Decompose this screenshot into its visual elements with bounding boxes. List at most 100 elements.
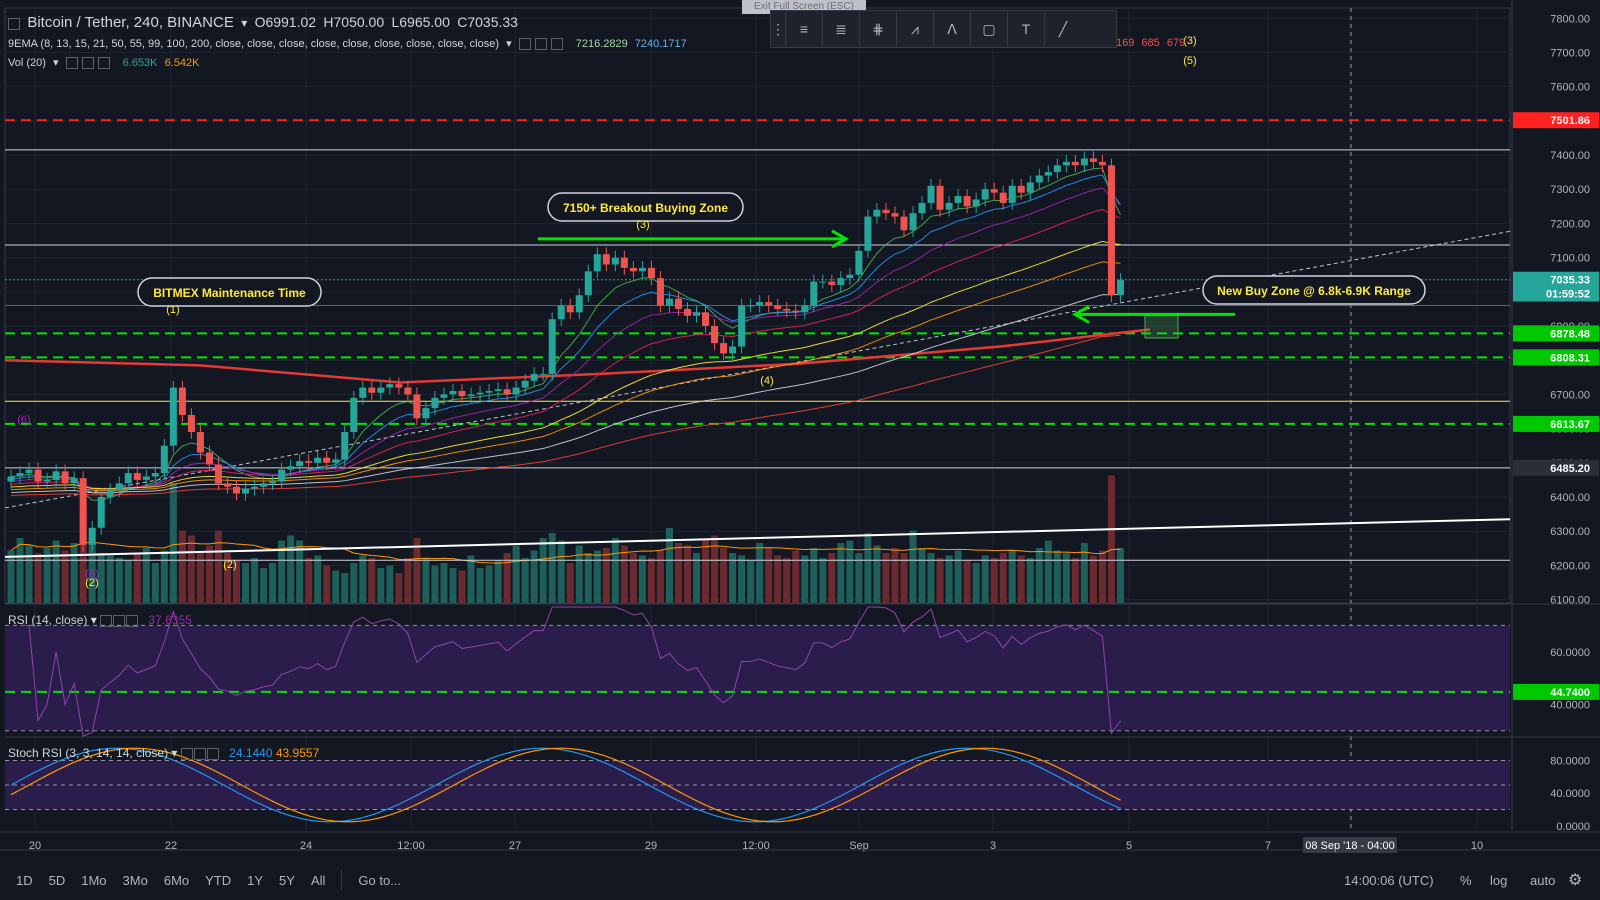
range-6mo-button[interactable]: 6Mo	[164, 873, 189, 888]
candle	[52, 471, 60, 480]
volume-bar	[124, 560, 132, 603]
volume-bar	[494, 560, 502, 603]
candle	[783, 308, 791, 311]
candle	[1107, 165, 1115, 296]
settings-icon[interactable]	[113, 614, 126, 627]
range-ytd-button[interactable]: YTD	[205, 873, 231, 888]
settings-icon[interactable]	[193, 747, 206, 760]
volume-bar	[386, 565, 394, 603]
horizontal-lines-icon[interactable]: ≡	[786, 12, 823, 46]
goto-button[interactable]: Go to...	[358, 873, 401, 888]
candle	[16, 473, 24, 477]
bottom-toolbar: 1D 5D 1Mo 3Mo 6Mo YTD 1Y 5Y All Go to...…	[0, 860, 1600, 900]
volume-bar	[891, 548, 899, 603]
settings-icon[interactable]	[81, 57, 94, 70]
dropdown-icon[interactable]: ▾	[53, 57, 59, 69]
ema-label[interactable]: 9EMA (8, 13, 15, 21, 50, 55, 99, 100, 20…	[8, 38, 499, 50]
trendline-icon[interactable]: ╱	[1045, 12, 1081, 46]
candle	[133, 473, 141, 480]
price-tick-label: 7600.00	[1550, 82, 1590, 94]
volume-bar	[1071, 558, 1079, 603]
dropdown-icon[interactable]: ▾	[506, 38, 512, 50]
volume-bar	[792, 550, 800, 603]
candle	[142, 476, 150, 480]
rsi-label[interactable]: RSI (14, close)	[8, 613, 87, 627]
range-1y-button[interactable]: 1Y	[247, 873, 263, 888]
text-icon[interactable]: T	[1008, 12, 1045, 46]
price-chart[interactable]: 7150+ Breakout Buying Zone BITMEX Mainten…	[0, 0, 1600, 900]
range-5d-button[interactable]: 5D	[49, 873, 66, 888]
eye-icon[interactable]	[518, 38, 531, 51]
close-icon[interactable]	[97, 57, 110, 70]
fib-icon[interactable]: ≣	[823, 12, 860, 46]
clock-label: 14:00:06 (UTC)	[1344, 872, 1434, 888]
stoch-label[interactable]: Stoch RSI (3, 3, 14, 14, close)	[8, 746, 168, 760]
volume-bar	[684, 545, 691, 603]
candle	[566, 305, 574, 313]
collapse-icon[interactable]	[8, 17, 20, 30]
volume-value: 6.542K	[164, 57, 200, 69]
candle	[674, 298, 682, 309]
auto-button[interactable]: auto	[1530, 873, 1555, 888]
volume-value: 6.653K	[122, 57, 158, 69]
abcd-icon[interactable]: ᐱ	[934, 12, 971, 46]
volume-bar	[242, 563, 250, 603]
stoch-d-value: 43.9557	[275, 746, 320, 760]
candle	[945, 202, 953, 210]
dropdown-icon[interactable]: ▾	[91, 613, 97, 627]
candle	[909, 213, 917, 231]
buy-zone-box	[1144, 315, 1179, 339]
eye-icon[interactable]	[100, 614, 113, 627]
rsi-value: 37.6355	[148, 613, 192, 627]
candle	[422, 408, 430, 419]
close-icon[interactable]	[126, 614, 139, 627]
percent-button[interactable]: %	[1460, 873, 1472, 888]
menu-icon[interactable]: ⋮	[771, 12, 786, 46]
symbol-title[interactable]: Bitcoin / Tether, 240, BINANCE	[27, 14, 234, 31]
candle	[151, 473, 159, 477]
rectangle-icon[interactable]: ▢	[971, 12, 1008, 46]
volume-bar	[323, 565, 331, 603]
ema-value: 7240.1717	[634, 38, 687, 50]
range-3mo-button[interactable]: 3Mo	[123, 873, 148, 888]
rsi-tag-label: 44.7400	[1550, 687, 1590, 699]
range-5y-button[interactable]: 5Y	[279, 873, 295, 888]
close-icon[interactable]	[550, 38, 563, 51]
ema-value: 679	[1166, 37, 1186, 49]
candle	[377, 387, 385, 393]
ema-legend: 9EMA (8, 13, 15, 21, 50, 55, 99, 100, 20…	[8, 37, 691, 51]
dropdown-icon[interactable]: ▾	[171, 746, 177, 760]
candle	[530, 373, 538, 381]
volume-bar	[981, 555, 989, 603]
wave-label: (6)	[85, 568, 98, 580]
settings-icon[interactable]	[534, 38, 547, 51]
close-icon[interactable]	[206, 747, 219, 760]
range-all-button[interactable]: All	[311, 873, 325, 888]
drawing-toolbar: ⋮ ≡ ≣ ⋕ ⩘ ᐱ ▢ T ╱	[770, 10, 1117, 48]
eye-icon[interactable]	[180, 747, 193, 760]
volume-bar	[251, 558, 259, 603]
volume-bar	[106, 555, 114, 603]
volume-bar	[305, 558, 313, 603]
pattern-icon[interactable]: ⩘	[897, 12, 934, 46]
volume-bar	[214, 530, 222, 603]
volume-bar	[169, 483, 177, 603]
volume-bar	[774, 555, 782, 603]
gear-icon[interactable]: ⚙	[1568, 870, 1582, 890]
range-1d-button[interactable]: 1D	[16, 873, 33, 888]
candle	[1035, 175, 1043, 183]
rsi-band	[5, 625, 1510, 731]
dropdown-icon[interactable]: ▾	[241, 16, 247, 30]
log-button[interactable]: log	[1490, 873, 1507, 888]
price-tag-label: 6613.67	[1550, 419, 1590, 431]
pitchfork-icon[interactable]: ⋕	[860, 12, 897, 46]
range-1mo-button[interactable]: 1Mo	[81, 873, 106, 888]
candle	[720, 343, 728, 354]
eye-icon[interactable]	[65, 57, 78, 70]
volume-bar	[1098, 550, 1106, 603]
volume-label[interactable]: Vol (20)	[8, 57, 46, 69]
volume-bar	[187, 535, 195, 603]
volume-bar	[449, 568, 457, 603]
candle	[1017, 185, 1025, 193]
candle	[729, 346, 737, 354]
